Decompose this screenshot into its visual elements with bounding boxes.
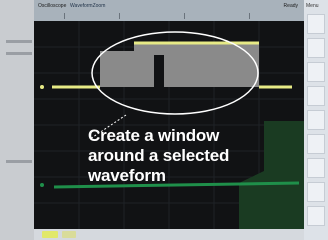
channel-chip[interactable] (42, 231, 58, 238)
menu-button[interactable] (307, 86, 325, 106)
ruler-tick (119, 13, 120, 19)
run-state: Ready (283, 3, 298, 9)
channel-marker (40, 183, 44, 187)
ruler-tick (64, 13, 65, 19)
annotation-text: Create a window around a selected wavefo… (88, 126, 304, 186)
menu-button[interactable] (307, 206, 325, 226)
status-text: WaveformZoom (70, 3, 106, 9)
bottom-status-bar (34, 229, 304, 240)
pulse-notch (154, 55, 164, 89)
menu-button[interactable] (307, 134, 325, 154)
ruler-tick (184, 13, 185, 19)
annotation-line-1: Create a window (88, 126, 220, 145)
app-title: Oscilloscope (38, 3, 67, 9)
right-menu: Menu (304, 0, 328, 240)
menu-button[interactable] (307, 62, 325, 82)
menu-button[interactable] (307, 158, 325, 178)
channel-chip[interactable] (62, 231, 76, 238)
channel-marker (40, 85, 44, 89)
menu-button[interactable] (307, 182, 325, 202)
annotation-line-2: around a selected (88, 146, 230, 165)
bezel-knob (6, 52, 32, 55)
menu-button[interactable] (307, 38, 325, 58)
bezel-knob (6, 40, 32, 43)
bezel-knob (6, 160, 32, 163)
waveform-display[interactable]: Create a window around a selected wavefo… (34, 21, 304, 229)
menu-button[interactable] (307, 110, 325, 130)
menu-header: Menu (306, 3, 319, 9)
top-status-bar: Oscilloscope WaveformZoom Ready (34, 0, 304, 21)
waveform-canvas (34, 21, 304, 229)
menu-button[interactable] (307, 14, 325, 34)
annotation-line-3: waveform (88, 166, 166, 185)
ruler-tick (249, 13, 250, 19)
